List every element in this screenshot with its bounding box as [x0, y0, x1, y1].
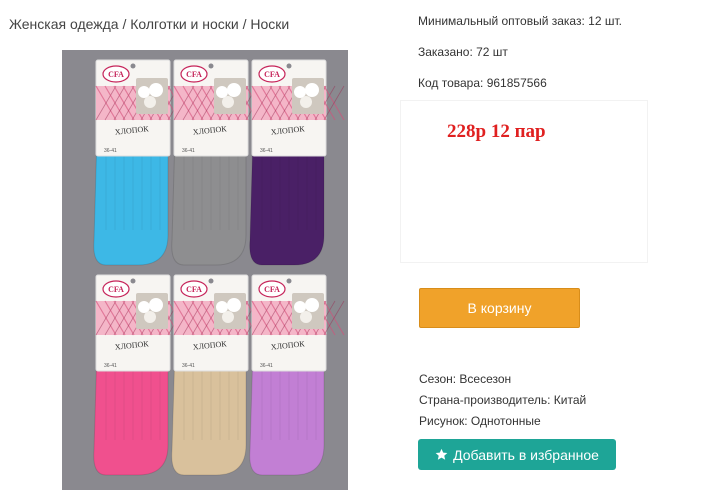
- breadcrumb-item-tights-socks[interactable]: Колготки и носки: [130, 16, 239, 32]
- brand-logo: CFA: [108, 70, 124, 79]
- brand-logo: CFA: [108, 285, 124, 294]
- pack-label-size: 36-41: [260, 148, 273, 154]
- property-pattern: Рисунок: Однотонные: [419, 414, 541, 428]
- pack-label-size: 36-41: [260, 363, 273, 369]
- star-icon: [435, 448, 448, 460]
- product-image[interactable]: CFA ХЛОПОК 36-41 CFA ХЛОПОК 36-41 CFA ХЛОПОК 36-…: [62, 50, 348, 490]
- breadcrumb-item-womens-clothing[interactable]: Женская одежда: [9, 16, 119, 32]
- product-code-info: Код товара: 961857566: [418, 76, 547, 90]
- breadcrumb: Женская одежда / Колготки и носки / Носк…: [9, 16, 289, 32]
- product-photo-svg: CFAХЛОПОК36-41CFAХЛОПОК36-41CFAХЛОПОК36-…: [62, 50, 348, 490]
- brand-logo: CFA: [186, 285, 202, 294]
- product-properties: Сезон: Всесезон Страна-производитель: Ки…: [419, 369, 586, 432]
- add-to-favorites-label: Добавить в избранное: [453, 446, 599, 463]
- min-order-info: Минимальный оптовый заказ: 12 шт.: [418, 14, 622, 28]
- add-to-cart-button[interactable]: В корзину: [419, 288, 580, 328]
- property-country: Страна-производитель: Китай: [419, 393, 587, 407]
- pack-label-size: 36-41: [104, 148, 117, 154]
- pack-label-size: 36-41: [104, 363, 117, 369]
- ordered-info: Заказано: 72 шт: [418, 45, 508, 59]
- brand-logo: CFA: [264, 285, 280, 294]
- property-season: Сезон: Всесезон: [419, 372, 512, 386]
- price-text: 228р 12 пар: [447, 121, 546, 142]
- brand-logo: CFA: [264, 70, 280, 79]
- pack-label-size: 36-41: [182, 148, 195, 154]
- pack-label-size: 36-41: [182, 363, 195, 369]
- breadcrumb-item-socks[interactable]: Носки: [250, 16, 289, 32]
- price-box: 228р 12 пар: [401, 101, 647, 262]
- add-to-favorites-button[interactable]: Добавить в избранное: [418, 439, 616, 470]
- brand-logo: CFA: [186, 70, 202, 79]
